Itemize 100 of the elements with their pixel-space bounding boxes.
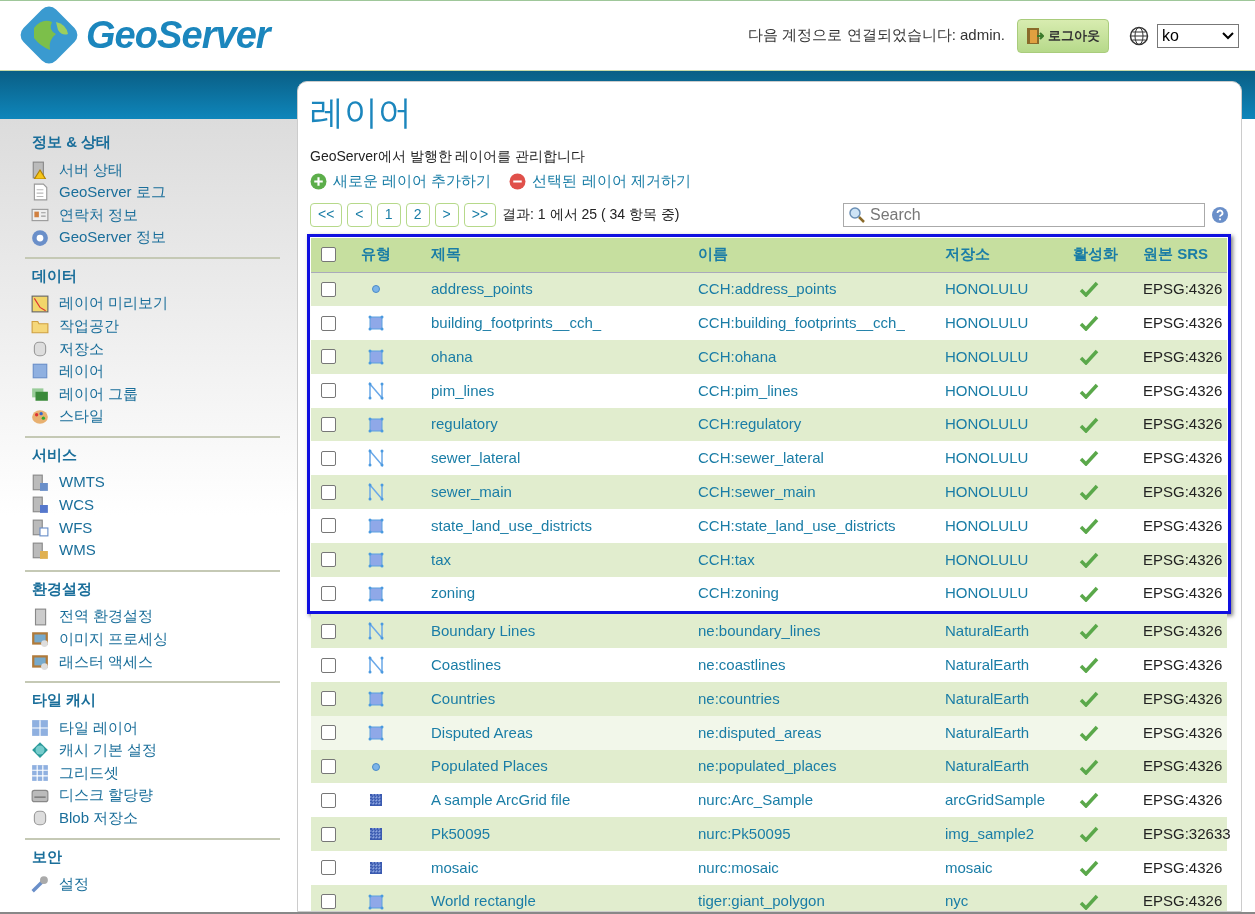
layer-title-link[interactable]: regulatory — [417, 413, 684, 436]
checkbox[interactable] — [321, 725, 336, 741]
store-link[interactable]: HONOLULU — [931, 582, 1059, 605]
sidebar-item[interactable]: 레이어 미리보기 — [31, 292, 280, 315]
layer-title-link[interactable]: sewer_lateral — [417, 447, 684, 470]
layer-name-link[interactable]: CCH:regulatory — [684, 413, 931, 436]
layer-title-link[interactable]: Pk50095 — [417, 822, 684, 846]
checkbox[interactable] — [321, 518, 336, 534]
checkbox[interactable] — [321, 281, 336, 297]
sidebar-item[interactable]: 작업공간 — [31, 314, 280, 338]
layer-name-link[interactable]: CCH:sewer_main — [684, 480, 931, 504]
language-select[interactable]: ko — [1157, 23, 1239, 48]
layer-name-link[interactable]: CCH:state_land_use_districts — [684, 514, 931, 538]
checkbox[interactable] — [321, 484, 336, 500]
layer-name-link[interactable]: ne:populated_places — [684, 755, 931, 778]
sidebar-item[interactable]: 전역 환경설정 — [31, 605, 280, 628]
layer-name-link[interactable]: tiger:giant_polygon — [684, 890, 931, 911]
layer-name-link[interactable]: CCH:address_points — [684, 278, 931, 301]
store-link[interactable]: NaturalEarth — [931, 721, 1059, 744]
pager-button[interactable]: << — [310, 202, 343, 227]
sidebar-item[interactable]: 스타일 — [31, 405, 280, 428]
layer-name-link[interactable]: CCH:ohana — [684, 345, 931, 369]
checkbox[interactable] — [321, 552, 336, 568]
sidebar-item[interactable]: 디스크 할당량 — [31, 784, 280, 807]
store-link[interactable]: HONOLULU — [931, 548, 1059, 571]
layer-title-link[interactable]: state_land_use_districts — [417, 514, 684, 538]
layer-name-link[interactable]: CCH:tax — [684, 548, 931, 571]
logout-button[interactable]: 로그아웃 — [1017, 18, 1109, 53]
sidebar-item[interactable]: WMS — [31, 539, 280, 562]
search-field[interactable]: Search — [843, 202, 1205, 227]
layer-name-link[interactable]: ne:coastlines — [684, 653, 931, 677]
store-link[interactable]: nyc — [931, 890, 1059, 911]
column-header[interactable]: 이름 — [684, 243, 931, 266]
layer-title-link[interactable]: pim_lines — [417, 379, 684, 403]
pager-button[interactable]: 1 — [376, 202, 401, 227]
sidebar-item[interactable]: GeoServer 로그 — [31, 181, 280, 204]
sidebar-item[interactable]: Blob 저장소 — [31, 806, 280, 830]
add-layer-link[interactable]: 새로운 레이어 추가하기 — [310, 170, 492, 193]
checkbox[interactable] — [321, 826, 336, 842]
store-link[interactable]: HONOLULU — [931, 514, 1059, 538]
store-link[interactable]: HONOLULU — [931, 413, 1059, 436]
sidebar-item[interactable]: 캐시 기본 설정 — [31, 739, 280, 762]
layer-title-link[interactable]: Disputed Areas — [417, 721, 684, 744]
checkbox[interactable] — [321, 860, 336, 876]
checkbox[interactable] — [321, 450, 336, 466]
layer-name-link[interactable]: ne:disputed_areas — [684, 721, 931, 744]
layer-name-link[interactable]: CCH:sewer_lateral — [684, 447, 931, 470]
layer-name-link[interactable]: ne:countries — [684, 687, 931, 711]
sidebar-item[interactable]: WFS — [31, 516, 280, 540]
sidebar-item[interactable]: 래스터 액세스 — [31, 650, 280, 674]
store-link[interactable]: NaturalEarth — [931, 755, 1059, 778]
pager-button[interactable]: < — [347, 202, 372, 227]
store-link[interactable]: arcGridSample — [931, 789, 1059, 812]
sidebar-item[interactable]: 레이어 그룹 — [31, 382, 280, 406]
store-link[interactable]: HONOLULU — [931, 447, 1059, 470]
sidebar-item[interactable]: 그리드셋 — [31, 761, 280, 785]
column-header[interactable]: 저장소 — [931, 243, 1059, 266]
layer-name-link[interactable]: CCH:building_footprints__cch_ — [684, 311, 931, 335]
checkbox[interactable] — [321, 315, 336, 331]
layer-title-link[interactable]: ohana — [417, 345, 684, 369]
column-header[interactable]: 유형 — [347, 243, 417, 266]
layer-title-link[interactable]: address_points — [417, 278, 684, 301]
layer-name-link[interactable]: CCH:pim_lines — [684, 379, 931, 403]
layer-title-link[interactable]: World rectangle — [417, 890, 684, 911]
layer-title-link[interactable]: tax — [417, 548, 684, 571]
sidebar-item[interactable]: 설정 — [31, 873, 280, 896]
sidebar-item[interactable]: 타일 레이어 — [31, 716, 280, 740]
store-link[interactable]: HONOLULU — [931, 311, 1059, 335]
checkbox[interactable] — [321, 417, 336, 433]
layer-title-link[interactable]: Coastlines — [417, 653, 684, 677]
help-icon[interactable] — [1211, 205, 1229, 224]
layer-title-link[interactable]: building_footprints__cch_ — [417, 311, 684, 335]
sidebar-item[interactable]: 이미지 프로세싱 — [31, 627, 280, 651]
store-link[interactable]: NaturalEarth — [931, 620, 1059, 643]
layer-title-link[interactable]: Boundary Lines — [417, 620, 684, 643]
store-link[interactable]: NaturalEarth — [931, 653, 1059, 677]
remove-layer-link[interactable]: 선택된 레이어 제거하기 — [509, 170, 691, 193]
checkbox[interactable] — [321, 792, 336, 808]
checkbox[interactable] — [321, 623, 336, 639]
checkbox[interactable] — [321, 383, 336, 399]
checkbox[interactable] — [321, 759, 336, 775]
layer-title-link[interactable]: zoning — [417, 582, 684, 605]
pager-button[interactable]: 2 — [405, 202, 430, 227]
store-link[interactable]: img_sample2 — [931, 822, 1059, 846]
layer-name-link[interactable]: nurc:Pk50095 — [684, 822, 931, 846]
sidebar-item[interactable]: 서버 상태 — [31, 158, 280, 182]
layer-name-link[interactable]: nurc:Arc_Sample — [684, 789, 931, 812]
store-link[interactable]: HONOLULU — [931, 345, 1059, 369]
checkbox[interactable] — [321, 894, 336, 910]
sidebar-item[interactable]: WMTS — [31, 471, 280, 495]
column-header[interactable]: 원본 SRS — [1129, 243, 1227, 266]
store-link[interactable]: NaturalEarth — [931, 687, 1059, 711]
sidebar-item[interactable]: WCS — [31, 494, 280, 517]
pager-button[interactable]: > — [434, 202, 459, 227]
column-header[interactable]: 활성화 — [1059, 243, 1129, 266]
layer-title-link[interactable]: mosaic — [417, 856, 684, 880]
pager-button[interactable]: >> — [463, 202, 497, 227]
sidebar-item[interactable]: 연락처 정보 — [31, 203, 280, 227]
sidebar-item[interactable]: 레이어 — [31, 360, 280, 383]
store-link[interactable]: mosaic — [931, 856, 1059, 880]
